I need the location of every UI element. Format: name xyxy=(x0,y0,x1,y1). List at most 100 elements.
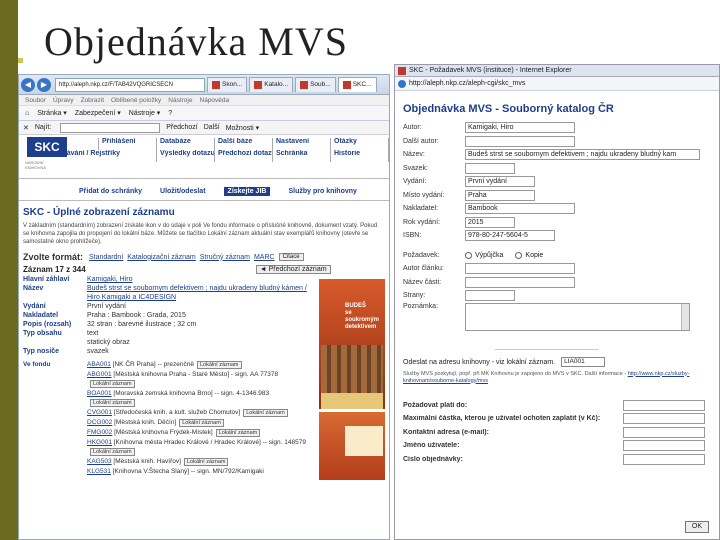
loan-radio[interactable] xyxy=(465,251,472,259)
favicon-icon xyxy=(342,81,351,89)
order-number-field[interactable] xyxy=(623,453,705,465)
form-row: Nakladatel: Bambook xyxy=(395,202,719,216)
cmd-tools[interactable]: Nástroje ▾ xyxy=(129,109,161,117)
max-price-field[interactable] xyxy=(623,413,705,425)
format-label: Zvolte formát: xyxy=(23,252,84,262)
forward-arrow-icon[interactable]: ▶ xyxy=(37,77,51,92)
nav-predchozi-dotazy[interactable]: Předchozí dotazy xyxy=(215,150,273,162)
address-bar[interactable]: http://aleph.nkp.cz/F/TAB42VQGRICSECN xyxy=(55,77,205,92)
menu-item[interactable]: Oblíbené položky xyxy=(111,97,161,104)
close-icon[interactable]: ✕ xyxy=(23,124,29,132)
help-icon[interactable]: ? xyxy=(168,110,172,117)
browser-tab-active[interactable]: SKC... xyxy=(337,77,377,92)
menu-item[interactable]: Soubor xyxy=(25,97,46,104)
command-bar: ⌂ Stránka ▾ Zabezpečení ▾ Nástroje ▾ ? xyxy=(19,106,389,121)
cmd-page[interactable]: Stránka ▾ xyxy=(37,109,67,117)
browser-tab[interactable]: Skon... xyxy=(207,77,248,92)
holding-row: BOA001 [Moravská zemská knihovna Brno] -… xyxy=(87,390,270,397)
place-field[interactable]: Praha xyxy=(465,189,535,201)
menu-item[interactable]: Nástroje xyxy=(168,97,192,104)
back-arrow-icon[interactable]: ◀ xyxy=(21,77,35,92)
nav-nastaveni[interactable]: Nastavení xyxy=(273,138,331,150)
library-services-button[interactable]: Služby pro knihovny xyxy=(288,188,356,195)
author-field[interactable]: Kamigaki, Hiro xyxy=(465,122,575,134)
email-field[interactable] xyxy=(623,426,705,438)
valid-until-field[interactable] xyxy=(623,399,705,411)
local-record-button[interactable]: Lokální záznam xyxy=(243,409,288,417)
local-record-button[interactable]: Lokální záznam xyxy=(90,399,135,407)
local-record-button[interactable]: Lokální záznam xyxy=(215,429,261,437)
record-description: V základním (standardním) zobrazení získ… xyxy=(23,223,378,245)
skc-logo: SKC NÁRODNÍ KNIHOVNA xyxy=(19,135,67,179)
local-record-button[interactable]: Lokální záznam xyxy=(183,458,229,466)
publisher-field[interactable]: Bambook xyxy=(465,203,575,215)
record-field: Hlavní záhlaví Kamigaki, Hiro xyxy=(23,276,133,283)
citation-button[interactable]: Citace xyxy=(278,253,304,261)
nav-databaze[interactable]: Databáze xyxy=(157,138,215,150)
form-row: Název: Budeš strst se soubornym defektive… xyxy=(395,148,719,162)
form-row: Vydání: První vydání xyxy=(395,175,719,189)
other-author-field[interactable] xyxy=(465,135,575,147)
local-record-button[interactable]: Lokální záznam xyxy=(90,380,135,388)
volume-field[interactable] xyxy=(465,162,515,174)
divider xyxy=(495,348,599,350)
local-record-button[interactable]: Lokální záznam xyxy=(90,448,135,456)
home-icon[interactable]: ⌂ xyxy=(25,110,29,117)
title-field[interactable]: Budeš strst se soubornym defektivem ; na… xyxy=(465,149,700,161)
skc-toolbar: Přidat do schránky Uložit/odeslat Získej… xyxy=(19,183,389,201)
year-field[interactable]: 2015 xyxy=(465,216,515,228)
form-row: Název části: xyxy=(395,276,719,290)
ie-address-bar[interactable]: http://aleph.nkp.cz/aleph-cgi/skc_mvs xyxy=(395,77,719,91)
nav-dalsi-baze[interactable]: Další báze xyxy=(215,138,273,150)
find-input[interactable] xyxy=(60,122,161,133)
browser-tab[interactable]: Katalo... xyxy=(249,77,294,92)
left-browser-window: ◀ ▶ http://aleph.nkp.cz/F/TAB42VQGRICSEC… xyxy=(18,74,390,540)
form-row: Další autor: xyxy=(395,135,719,149)
nav-vysledky[interactable]: Výsledky dotazu xyxy=(157,150,215,162)
note-textarea[interactable] xyxy=(465,302,690,331)
format-standard[interactable]: Standardní xyxy=(89,254,123,261)
favicon-icon xyxy=(212,81,220,89)
pages-field[interactable] xyxy=(465,290,515,302)
record-fields: Hlavní záhlaví Kamigaki, Hiro Název Budeš … xyxy=(19,275,311,356)
find-options-button[interactable]: Možnosti ▾ xyxy=(226,124,259,132)
form-row: Autor: Kamigaki, Hiro xyxy=(395,121,719,135)
menu-item[interactable]: Úpravy xyxy=(53,97,74,104)
previous-record-button[interactable]: ◄ Předchozí záznam xyxy=(255,265,331,274)
copy-radio[interactable] xyxy=(515,251,523,259)
cmd-security[interactable]: Zabezpečení ▾ xyxy=(75,109,121,117)
format-marc[interactable]: MARC xyxy=(254,254,275,261)
part-title-field[interactable] xyxy=(465,276,575,288)
holding-row: ABG001 [Městská knihovna Praha - Staré M… xyxy=(87,371,279,378)
article-author-field[interactable] xyxy=(465,263,575,275)
nav-otazky[interactable]: Otázky xyxy=(331,138,389,150)
format-catalog[interactable]: Katalogizační záznam xyxy=(127,254,195,261)
save-send-button[interactable]: Uložit/odeslat xyxy=(160,188,206,195)
isbn-field[interactable]: 978-80-247-5604-5 xyxy=(465,230,555,242)
scrollbar[interactable] xyxy=(681,303,689,330)
record-field: statický obraz xyxy=(87,339,130,346)
find-prev-button[interactable]: Předchozí xyxy=(166,124,198,131)
user-name-field[interactable] xyxy=(623,440,705,452)
form-row: Rok vydání: 2015 xyxy=(395,216,719,230)
slide-title: Objednávka MVS xyxy=(44,19,348,64)
favicon-icon xyxy=(300,81,309,89)
get-jib-button[interactable]: Získejte JIB xyxy=(223,187,271,196)
local-record-button[interactable]: Lokální záznam xyxy=(179,419,224,427)
ok-button[interactable]: OK xyxy=(684,521,709,533)
nav-prihlaseni[interactable]: Přihlášení xyxy=(99,138,157,150)
find-next-button[interactable]: Další xyxy=(204,124,220,131)
add-to-basket-button[interactable]: Přidat do schránky xyxy=(79,188,142,195)
record-count: Záznam 17 z 344 xyxy=(23,265,86,274)
edition-field[interactable]: První vydání xyxy=(465,176,535,188)
browser-tab[interactable]: Soub... xyxy=(295,77,336,92)
form-row: Místo vydání: Praha xyxy=(395,189,719,203)
favicon-icon xyxy=(398,67,406,75)
local-record-button[interactable]: Lokální záznam xyxy=(196,361,242,369)
library-select[interactable]: LIA001 xyxy=(561,357,606,367)
nav-historie[interactable]: Historie xyxy=(331,150,389,162)
menu-item[interactable]: Zobrazit xyxy=(81,97,104,104)
nav-schranka[interactable]: Schránka xyxy=(273,150,331,162)
format-brief[interactable]: Stručný záznam xyxy=(200,254,250,261)
menu-item[interactable]: Nápověda xyxy=(200,97,230,104)
